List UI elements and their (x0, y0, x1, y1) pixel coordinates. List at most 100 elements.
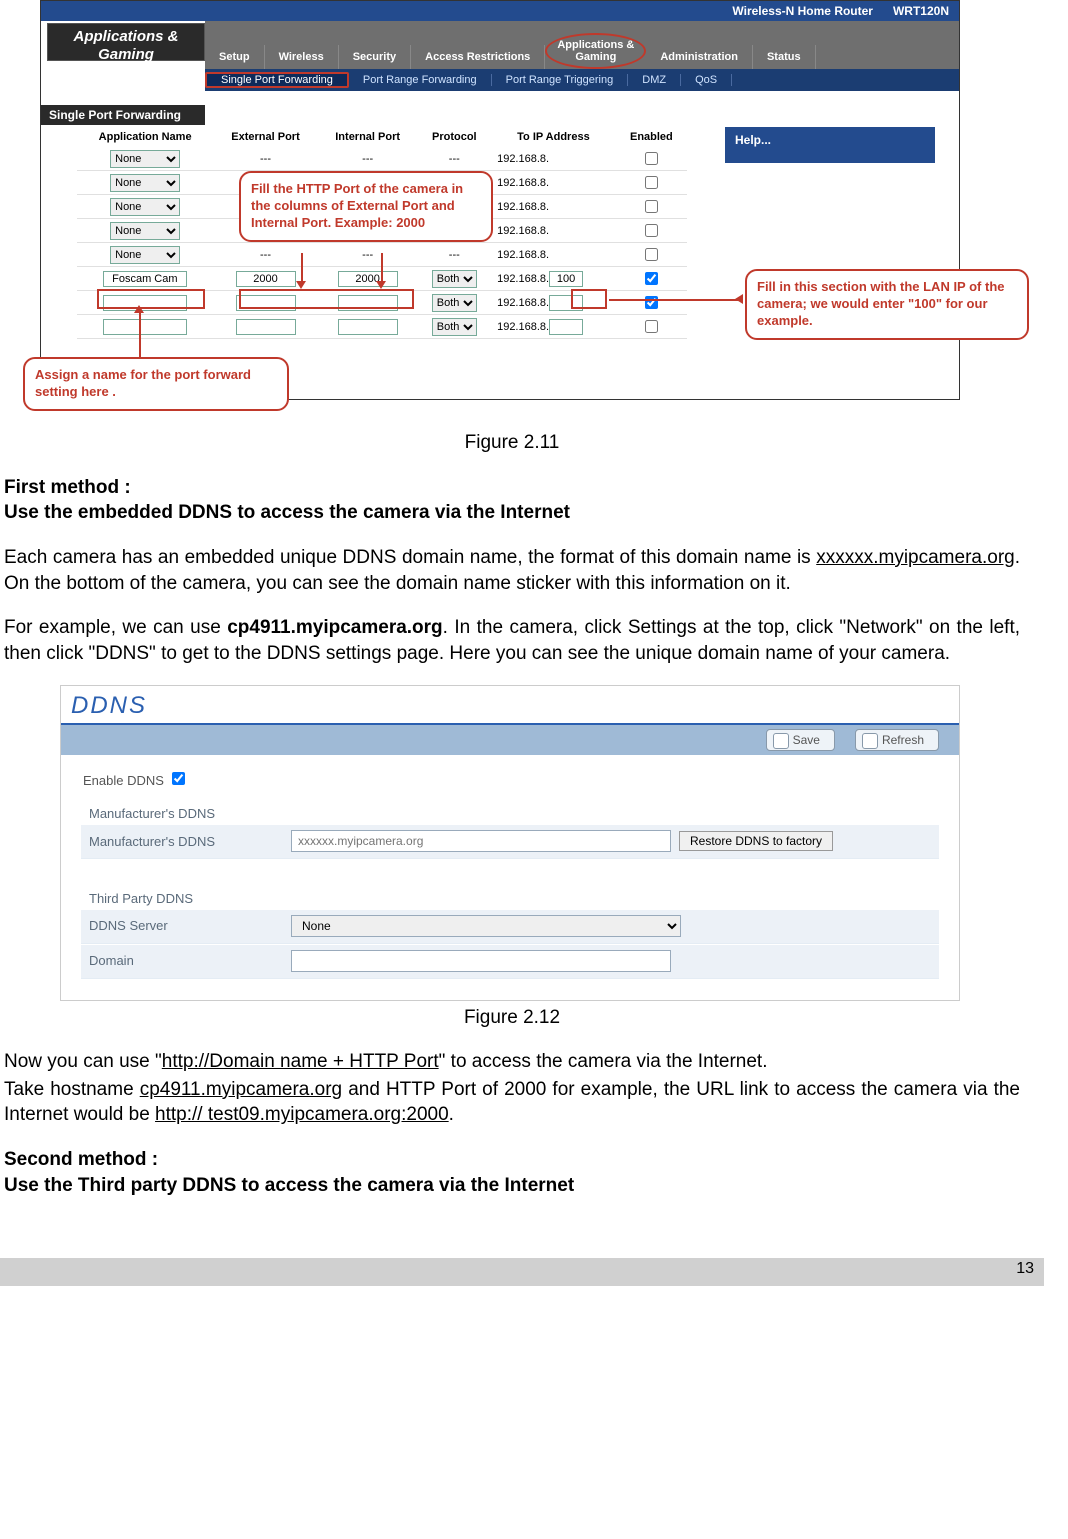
dash: --- (318, 147, 418, 171)
page-number: 13 (1016, 1260, 1034, 1277)
paragraph: Each camera has an embedded unique DDNS … (4, 545, 1020, 596)
restore-ddns-button[interactable]: Restore DDNS to factory (679, 831, 833, 851)
manufacturer-section-label: Manufacturer's DDNS (81, 799, 939, 825)
col-ext-port: External Port (213, 127, 318, 147)
page-footer: 13 (0, 1258, 1044, 1286)
router-config-figure: Wireless-N Home Router WRT120N Applicati… (40, 0, 960, 400)
internal-port-input[interactable] (338, 319, 398, 335)
ip-prefix: 192.168.8. (497, 321, 549, 333)
app-name-input[interactable] (103, 295, 187, 311)
app-name-input[interactable] (103, 319, 187, 335)
app-select[interactable]: None (110, 246, 180, 264)
ip-prefix: 192.168.8. (497, 249, 549, 261)
dash: --- (213, 147, 318, 171)
callout-ports: Fill the HTTP Port of the camera in the … (239, 171, 493, 242)
ip-prefix: 192.168.8. (497, 153, 549, 165)
panel-title: Single Port Forwarding (41, 105, 205, 125)
tab-wireless[interactable]: Wireless (265, 45, 339, 69)
enabled-checkbox[interactable] (645, 176, 658, 189)
domain-label: Domain (81, 952, 291, 970)
app-select[interactable]: None (110, 174, 180, 192)
ip-prefix: 192.168.8. (497, 273, 549, 285)
help-link[interactable]: Help... (725, 127, 935, 163)
ddns-server-select[interactable]: None (291, 915, 681, 937)
subtab-dmz[interactable]: DMZ (628, 74, 681, 86)
enable-ddns-label: Enable DDNS (83, 773, 164, 788)
col-int-port: Internal Port (318, 127, 418, 147)
app-select[interactable]: None (110, 222, 180, 240)
tab-applications-gaming[interactable]: Applications & Gaming (545, 33, 646, 69)
enabled-checkbox[interactable] (645, 200, 658, 213)
ip-prefix: 192.168.8. (497, 225, 549, 237)
enabled-checkbox[interactable] (645, 296, 658, 309)
paragraph: For example, we can use cp4911.myipcamer… (4, 615, 1020, 666)
dash: --- (213, 243, 318, 267)
tab-access-restrictions[interactable]: Access Restrictions (411, 45, 545, 69)
arrow-head-icon (735, 294, 743, 304)
ip-prefix: 192.168.8. (497, 297, 549, 309)
subtab-port-range-triggering[interactable]: Port Range Triggering (492, 74, 629, 86)
ddns-figure: DDNS Save Refresh Enable DDNS Manufactur… (60, 685, 960, 1000)
protocol-select[interactable]: Both (432, 270, 477, 288)
ip-last-octet-input[interactable] (549, 271, 583, 287)
router-model: WRT120N (893, 4, 949, 18)
router-topbar: Wireless-N Home Router WRT120N (41, 1, 959, 21)
app-name-input[interactable]: Foscam Cam (103, 271, 187, 287)
refresh-button[interactable]: Refresh (855, 729, 939, 751)
tab-security[interactable]: Security (339, 45, 411, 69)
external-port-input[interactable] (236, 295, 296, 311)
enabled-checkbox[interactable] (645, 320, 658, 333)
figure-caption: Figure 2.11 (4, 430, 1020, 456)
ip-prefix: 192.168.8. (497, 177, 549, 189)
manufacturer-ddns-label: Manufacturer's DDNS (81, 833, 291, 851)
first-method-title: Use the embedded DDNS to access the came… (4, 500, 1020, 526)
url-format: http://Domain name + HTTP Port (162, 1051, 439, 1072)
paragraph: Now you can use "http://Domain name + HT… (4, 1049, 1020, 1075)
figure-caption: Figure 2.12 (4, 1005, 1020, 1031)
example-host: cp4911.myipcamera.org (140, 1079, 342, 1100)
first-method-heading: First method : (4, 475, 1020, 501)
subtab-single-port-forwarding[interactable]: Single Port Forwarding (205, 72, 349, 88)
protocol-select[interactable]: Both (432, 294, 477, 312)
enabled-checkbox[interactable] (645, 224, 658, 237)
section-title: Applications & Gaming (47, 23, 205, 61)
app-select[interactable]: None (110, 150, 180, 168)
example-host: cp4911.myipcamera.org (227, 617, 442, 638)
col-ip: To IP Address (491, 127, 616, 147)
enabled-checkbox[interactable] (645, 248, 658, 261)
col-app-name: Application Name (77, 127, 213, 147)
domain-format: xxxxxx.myipcamera.org (816, 547, 1015, 568)
tab-status[interactable]: Status (753, 45, 816, 69)
internal-port-input[interactable] (338, 295, 398, 311)
tab-setup[interactable]: Setup (205, 45, 265, 69)
ip-prefix: 192.168.8. (497, 201, 549, 213)
ip-last-octet-input[interactable] (549, 319, 583, 335)
ip-last-octet-input[interactable] (549, 295, 583, 311)
subtab-port-range-forwarding[interactable]: Port Range Forwarding (349, 74, 492, 86)
enabled-checkbox[interactable] (645, 152, 658, 165)
enabled-checkbox[interactable] (645, 272, 658, 285)
ddns-server-label: DDNS Server (81, 917, 291, 935)
main-tabs: Setup Wireless Security Access Restricti… (205, 21, 959, 69)
save-button[interactable]: Save (766, 729, 835, 751)
second-method-title: Use the Third party DDNS to access the c… (4, 1173, 1020, 1199)
col-protocol: Protocol (418, 127, 492, 147)
router-product-line: Wireless-N Home Router (732, 4, 873, 18)
dash: --- (418, 243, 492, 267)
internal-port-input[interactable] (338, 271, 398, 287)
manufacturer-ddns-input[interactable] (291, 830, 671, 852)
callout-ip: Fill in this section with the LAN IP of … (745, 269, 1029, 340)
subtab-qos[interactable]: QoS (681, 74, 732, 86)
app-select[interactable]: None (110, 198, 180, 216)
dash: --- (418, 147, 492, 171)
domain-input[interactable] (291, 950, 671, 972)
ddns-toolbar: Save Refresh (61, 725, 959, 755)
protocol-select[interactable]: Both (432, 318, 477, 336)
col-enabled: Enabled (616, 127, 687, 147)
external-port-input[interactable] (236, 271, 296, 287)
second-method-heading: Second method : (4, 1147, 1020, 1173)
external-port-input[interactable] (236, 319, 296, 335)
enable-ddns-checkbox[interactable] (172, 772, 185, 785)
tab-administration[interactable]: Administration (646, 45, 753, 69)
third-party-section-label: Third Party DDNS (81, 884, 939, 910)
